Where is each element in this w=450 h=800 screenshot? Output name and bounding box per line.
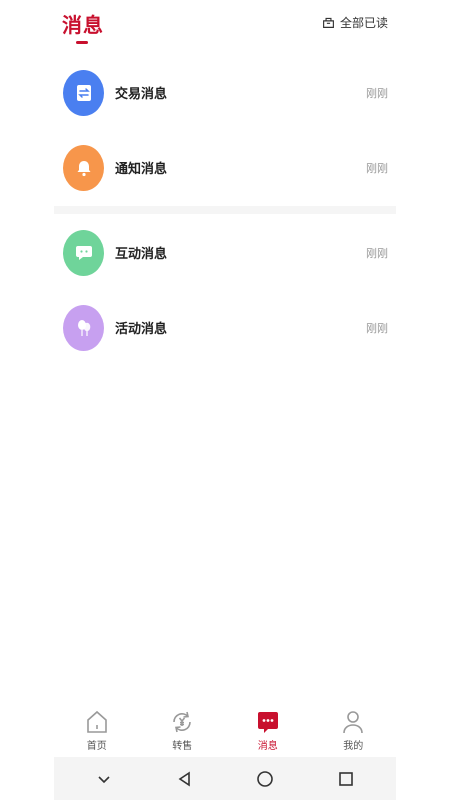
balloon-icon: [77, 319, 90, 336]
notification-messages-time: 刚刚: [366, 161, 388, 175]
tab-resale[interactable]: 转售: [140, 700, 226, 757]
chevron-down-icon: [98, 775, 110, 783]
back-triangle-icon: [178, 771, 190, 786]
section-divider: [54, 206, 396, 214]
tab-profile[interactable]: 我的: [311, 700, 397, 757]
tab-messages-label: 消息: [257, 741, 278, 752]
trade-messages-time: 刚刚: [366, 86, 388, 100]
nav-recents-button[interactable]: [331, 764, 361, 794]
interaction-messages-label: 互动消息: [115, 247, 168, 262]
home-circle-icon: [257, 770, 274, 787]
message-icon: [257, 712, 278, 733]
messages-page: 消息 全部已读 交易消息 刚刚 通知消息 刚刚 互动消息 刚刚 活动消息 刚刚 …: [54, 0, 396, 800]
trade-avatar: [63, 69, 104, 116]
interaction-avatar: [63, 229, 104, 276]
swap-icon: [76, 84, 91, 101]
bell-icon: [77, 160, 90, 176]
home-icon: [86, 710, 107, 733]
interaction-messages-time: 刚刚: [366, 246, 388, 260]
system-navigation-bar: [54, 757, 396, 800]
nav-back-button[interactable]: [170, 764, 200, 794]
tab-resale-label: 转售: [172, 741, 193, 752]
profile-icon: [343, 711, 364, 734]
interaction-messages-row[interactable]: 互动消息 刚刚: [54, 215, 396, 290]
notification-avatar: [63, 144, 104, 191]
mark-all-read-label: 全部已读: [339, 16, 388, 30]
nav-collapse-button[interactable]: [89, 764, 119, 794]
page-title: 消息: [62, 13, 104, 37]
read-all-icon: [323, 17, 334, 28]
activity-avatar: [63, 304, 104, 351]
message-group-1: 交易消息 刚刚 通知消息 刚刚: [54, 55, 396, 205]
tab-home[interactable]: 首页: [54, 700, 140, 757]
notification-messages-row[interactable]: 通知消息 刚刚: [54, 130, 396, 205]
message-group-2: 互动消息 刚刚 活动消息 刚刚: [54, 215, 396, 365]
notification-messages-label: 通知消息: [115, 162, 168, 177]
resale-yen-icon: [173, 711, 192, 733]
recents-square-icon: [338, 771, 353, 786]
bottom-tab-bar: 首页 转售 消息 我的: [54, 700, 396, 757]
trade-messages-label: 交易消息: [115, 87, 168, 102]
title-underline: [76, 41, 88, 44]
chat-bubble-icon: [75, 245, 92, 260]
trade-messages-row[interactable]: 交易消息 刚刚: [54, 55, 396, 130]
activity-messages-label: 活动消息: [115, 322, 168, 337]
nav-home-button[interactable]: [250, 764, 280, 794]
header: 消息 全部已读: [54, 0, 396, 50]
tab-profile-label: 我的: [343, 741, 364, 752]
activity-messages-row[interactable]: 活动消息 刚刚: [54, 290, 396, 365]
activity-messages-time: 刚刚: [366, 321, 388, 335]
tab-home-label: 首页: [86, 741, 107, 752]
mark-all-read-button[interactable]: 全部已读: [322, 14, 388, 31]
tab-messages[interactable]: 消息: [225, 700, 311, 757]
